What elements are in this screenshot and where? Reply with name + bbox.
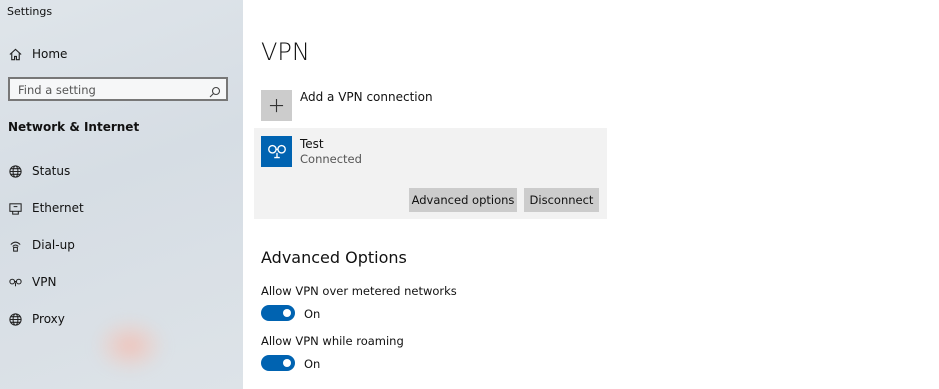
home-icon bbox=[7, 46, 23, 62]
page-title: VPN bbox=[261, 38, 310, 66]
vpn-connection-name: Test bbox=[300, 137, 324, 151]
search-icon[interactable] bbox=[209, 83, 221, 98]
sidebar-item-vpn[interactable]: VPN bbox=[0, 266, 243, 298]
sidebar: Settings Home Network & Internet bbox=[0, 0, 243, 389]
sidebar-item-dial-up[interactable]: Dial-up bbox=[0, 229, 243, 261]
globe-icon bbox=[7, 163, 23, 179]
app-title: Settings bbox=[7, 5, 53, 18]
sidebar-item-label: Ethernet bbox=[32, 201, 84, 215]
ethernet-icon bbox=[7, 200, 23, 216]
dialup-icon bbox=[7, 237, 23, 253]
metered-networks-state: On bbox=[304, 307, 321, 321]
vpn-connection-icon bbox=[261, 136, 292, 167]
roaming-toggle[interactable] bbox=[261, 355, 295, 371]
toggle-knob bbox=[283, 309, 291, 317]
sidebar-item-label: Status bbox=[32, 164, 71, 178]
main-content: VPN Add a VPN connection Test Connected … bbox=[243, 0, 939, 389]
sidebar-item-label: Proxy bbox=[32, 312, 65, 326]
sidebar-item-status[interactable]: Status bbox=[0, 155, 243, 187]
metered-networks-toggle[interactable] bbox=[261, 305, 295, 321]
sidebar-item-label: VPN bbox=[32, 275, 57, 289]
sidebar-item-label: Dial-up bbox=[32, 238, 75, 252]
sidebar-item-label: Home bbox=[32, 47, 68, 61]
section-heading: Network & Internet bbox=[8, 120, 140, 134]
disconnect-button[interactable]: Disconnect bbox=[524, 188, 599, 212]
search-box bbox=[8, 77, 228, 101]
roaming-label: Allow VPN while roaming bbox=[261, 334, 404, 348]
advanced-options-heading: Advanced Options bbox=[261, 248, 407, 267]
roaming-state: On bbox=[304, 357, 321, 371]
metered-networks-label: Allow VPN over metered networks bbox=[261, 284, 457, 298]
vpn-connection-status: Connected bbox=[300, 152, 362, 166]
vpn-connection-card[interactable]: Test Connected Advanced options Disconne… bbox=[254, 128, 607, 219]
sidebar-item-ethernet[interactable]: Ethernet bbox=[0, 192, 243, 224]
sidebar-item-proxy[interactable]: Proxy bbox=[0, 303, 243, 335]
sidebar-item-home[interactable]: Home bbox=[0, 38, 243, 70]
search-input[interactable] bbox=[10, 80, 208, 100]
vpn-icon bbox=[7, 274, 23, 290]
globe-icon bbox=[7, 311, 23, 327]
toggle-knob bbox=[283, 359, 291, 367]
add-vpn-connection-label: Add a VPN connection bbox=[300, 90, 433, 104]
add-vpn-connection-button[interactable]: Add a VPN connection bbox=[261, 89, 433, 121]
plus-icon bbox=[261, 89, 292, 121]
advanced-options-button[interactable]: Advanced options bbox=[409, 188, 517, 212]
